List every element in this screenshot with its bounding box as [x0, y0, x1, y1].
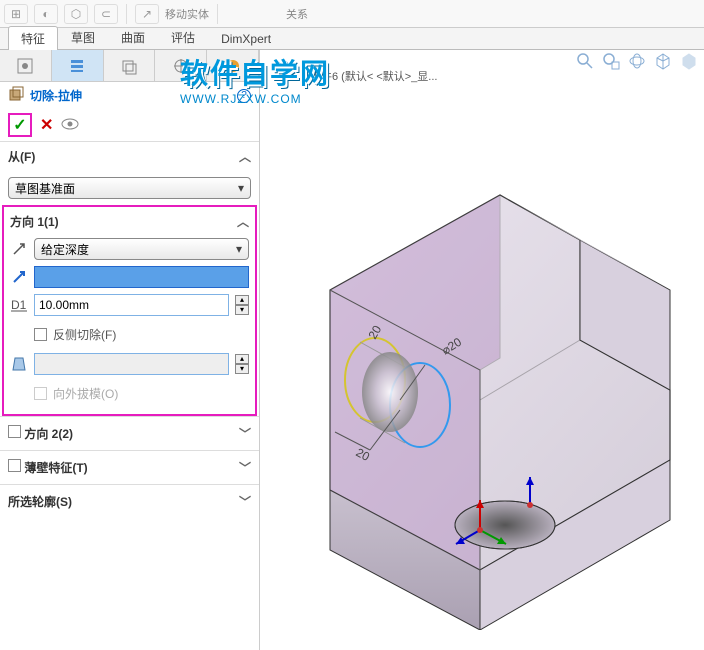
- cancel-button[interactable]: ✕: [40, 115, 53, 135]
- 3d-model: 20 20 ⌀20: [270, 110, 700, 630]
- from-dropdown[interactable]: 草图基准面: [8, 177, 251, 199]
- section-dir1-header[interactable]: 方向 1(1) ︿: [10, 211, 249, 232]
- action-row: ✓ ✕: [0, 109, 259, 141]
- section-contours-label: 所选轮廓(S): [8, 493, 72, 510]
- ribbon-icon[interactable]: ⬡: [64, 4, 88, 24]
- tab-evaluate[interactable]: 评估: [158, 25, 208, 49]
- panel-tab-dimxpert[interactable]: [155, 50, 207, 81]
- svg-text:D1: D1: [11, 298, 27, 312]
- move-entity-label: 移动实体: [165, 6, 209, 22]
- chevron-down-icon: ﹀: [239, 425, 251, 442]
- feature-header: 切除-拉伸 ?: [0, 82, 259, 109]
- view-orient-icon[interactable]: [652, 50, 674, 72]
- checkbox-icon: [34, 328, 47, 341]
- section-contours-header[interactable]: 所选轮廓(S) ﹀: [0, 484, 259, 518]
- section-dir1-label: 方向 1(1): [10, 213, 59, 230]
- rotate-icon[interactable]: [626, 50, 648, 72]
- panel-tab-strip: [0, 50, 259, 82]
- checkbox-icon: [8, 425, 21, 438]
- section-thin-header[interactable]: 薄壁特征(T) ﹀: [0, 450, 259, 484]
- ribbon-icon[interactable]: ⊞: [4, 4, 28, 24]
- checkbox-icon: [34, 387, 47, 400]
- chevron-down-icon: ﹀: [239, 493, 251, 510]
- section-from-label: 从(F): [8, 148, 35, 165]
- section-dir2-label: 方向 2(2): [24, 427, 73, 441]
- tab-feature[interactable]: 特征: [8, 26, 58, 50]
- panel-tab-config[interactable]: [104, 50, 156, 81]
- zoom-fit-icon[interactable]: [574, 50, 596, 72]
- flip-cut-label: 反侧切除(F): [53, 326, 116, 343]
- panel-tab-appearance[interactable]: [207, 50, 259, 81]
- document-title: 零件6 (默认< <默认>_显...: [310, 68, 437, 84]
- ok-button[interactable]: ✓: [8, 113, 32, 137]
- chevron-down-icon: ﹀: [239, 459, 251, 476]
- property-manager: 切除-拉伸 ? ✓ ✕ 从(F) ︿ 草图基准面 方向 1(1) ︿: [0, 50, 260, 650]
- reverse-direction-icon[interactable]: [10, 240, 28, 258]
- draft-outward-label: 向外拔模(O): [53, 385, 118, 402]
- chevron-up-icon: ︿: [237, 213, 249, 230]
- panel-tab-feature-tree[interactable]: [0, 50, 52, 81]
- zoom-area-icon[interactable]: [600, 50, 622, 72]
- 3d-viewport[interactable]: 零件6 (默认< <默认>_显... 软件自学网 WWW.RJZXW.COM: [260, 50, 704, 650]
- direction-arrow-icon[interactable]: [10, 268, 28, 286]
- direction1-highlight: 方向 1(1) ︿ 给定深度 D1 ▴▾ 反侧切除(F): [2, 205, 257, 416]
- help-icon[interactable]: ?: [237, 89, 251, 103]
- relation-label: 关系: [286, 6, 308, 22]
- ribbon-icon[interactable]: ◐: [34, 4, 58, 24]
- tab-surface[interactable]: 曲面: [108, 25, 158, 49]
- view-toolbar: [574, 50, 700, 72]
- ribbon-bar: ⊞ ◐ ⬡ ⊂ ↗ 移动实体 关系: [0, 0, 704, 28]
- depth-icon: D1: [10, 296, 28, 314]
- command-tabs: 特征 草图 曲面 评估 DimXpert: [0, 28, 704, 50]
- draft-input[interactable]: [34, 353, 229, 375]
- flip-cut-row[interactable]: 反侧切除(F): [10, 322, 249, 347]
- checkbox-icon: [8, 459, 21, 472]
- ribbon-icon[interactable]: ↗: [135, 4, 159, 24]
- end-condition-dropdown[interactable]: 给定深度: [34, 238, 249, 260]
- tab-sketch[interactable]: 草图: [58, 25, 108, 49]
- end-condition-value: 给定深度: [41, 241, 89, 258]
- depth-input[interactable]: [34, 294, 229, 316]
- display-style-icon[interactable]: [678, 50, 700, 72]
- tab-dimxpert[interactable]: DimXpert: [208, 28, 284, 49]
- draft-icon[interactable]: [10, 355, 28, 373]
- cut-extrude-icon: [8, 86, 24, 105]
- from-value: 草图基准面: [15, 180, 75, 197]
- ribbon-icon[interactable]: ⊂: [94, 4, 118, 24]
- chevron-up-icon: ︿: [239, 148, 251, 165]
- section-from-header[interactable]: 从(F) ︿: [0, 141, 259, 171]
- direction-input[interactable]: [34, 266, 249, 288]
- depth-spinner[interactable]: ▴▾: [235, 295, 249, 315]
- section-dir2-header[interactable]: 方向 2(2) ﹀: [0, 416, 259, 450]
- draft-spinner[interactable]: ▴▾: [235, 354, 249, 374]
- draft-outward-row: 向外拔模(O): [10, 381, 249, 406]
- section-thin-label: 薄壁特征(T): [24, 461, 87, 475]
- feature-title: 切除-拉伸: [30, 87, 82, 104]
- panel-tab-property[interactable]: [52, 50, 104, 81]
- preview-button[interactable]: [61, 118, 79, 133]
